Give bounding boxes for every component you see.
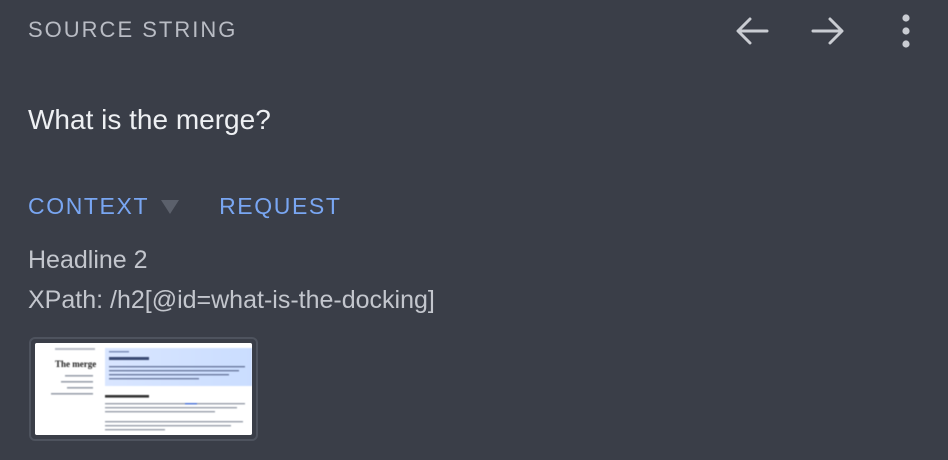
- caret-down-icon: [161, 200, 180, 214]
- previous-button[interactable]: [732, 11, 772, 51]
- section-title: SOURCE STRING: [28, 17, 238, 42]
- more-options-button[interactable]: [886, 11, 926, 51]
- context-xpath: XPath: /h2[@id=what-is-the-docking]: [28, 286, 435, 314]
- context-screenshot-thumbnail[interactable]: The merge: [29, 337, 258, 441]
- context-element-type: Headline 2: [28, 246, 148, 274]
- next-button[interactable]: [808, 11, 848, 51]
- arrow-right-icon: [811, 17, 844, 45]
- tab-context-label: CONTEXT: [28, 192, 150, 219]
- context-tabs: CONTEXT REQUEST: [28, 190, 341, 222]
- more-vert-icon: [902, 14, 910, 48]
- page-preview-image: The merge: [35, 343, 252, 435]
- toolbar: [732, 0, 948, 62]
- svg-text:The merge: The merge: [55, 359, 96, 369]
- source-string-text: What is the merge?: [28, 104, 271, 135]
- source-string-panel: SOURCE STRING What is the merge? CONTEXT: [0, 0, 948, 460]
- tab-context[interactable]: CONTEXT: [28, 192, 180, 220]
- screenshot-preview: The merge: [35, 343, 252, 435]
- arrow-left-icon: [736, 17, 769, 45]
- tab-request[interactable]: REQUEST: [219, 193, 341, 220]
- tab-request-label: REQUEST: [219, 192, 342, 219]
